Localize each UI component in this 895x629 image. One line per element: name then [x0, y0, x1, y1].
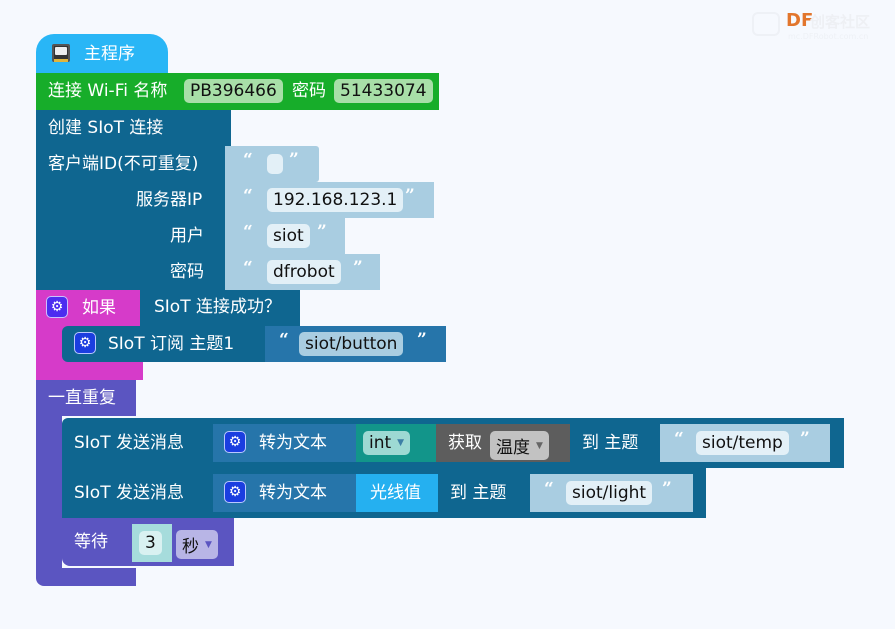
dropdown-arrow-icon: ▼ [397, 438, 405, 448]
topic-string-block-1[interactable]: “ siot/temp ” [660, 424, 830, 462]
to-topic-label-1: 到 主题 [582, 433, 639, 453]
wait-number-block[interactable]: 3 [132, 524, 172, 562]
siot-subscribe-block[interactable]: ⚙ SIoT 订阅 主题1 [62, 326, 267, 362]
quote-close-icon: ” [417, 330, 427, 350]
password-label: 密码 [170, 262, 204, 282]
quote-open-icon: “ [243, 258, 253, 278]
light-value-block[interactable]: 光线值 [356, 474, 438, 512]
get-sensor-block[interactable]: 获取 温度 ▼ [436, 424, 570, 462]
gear-icon[interactable]: ⚙ [46, 296, 68, 318]
main-program-label: 主程序 [84, 44, 135, 64]
quote-open-icon: “ [279, 330, 289, 350]
light-value-label: 光线值 [370, 483, 421, 503]
quote-open-icon: “ [243, 186, 253, 206]
user-field[interactable]: siot [267, 224, 310, 248]
client-id-field[interactable] [267, 154, 283, 174]
sensor-dropdown[interactable]: 温度 ▼ [490, 431, 549, 460]
dropdown-arrow-icon: ▼ [536, 440, 543, 451]
to-text-label: 转为文本 [259, 483, 327, 503]
to-text-block-1[interactable]: ⚙ 转为文本 [213, 424, 358, 462]
forever-label: 一直重复 [48, 388, 116, 408]
wait-label: 等待 [74, 532, 108, 552]
wifi-password-field[interactable]: 51433074 [334, 79, 433, 103]
int-type-block[interactable]: int ▼ [356, 424, 436, 462]
forever-block[interactable]: 一直重复 [36, 380, 136, 416]
quote-close-icon: ” [662, 479, 672, 499]
gear-icon[interactable]: ⚙ [74, 332, 96, 354]
server-ip-string-block[interactable]: “ 192.168.123.1 ” [225, 182, 434, 218]
robot-logo-icon [752, 12, 780, 36]
topic-field-2[interactable]: siot/light [566, 481, 653, 505]
server-ip-label: 服务器IP [136, 190, 203, 210]
user-string-block[interactable]: “ siot ” [225, 218, 345, 254]
forever-block-foot [36, 568, 136, 586]
get-label: 获取 [448, 433, 482, 453]
subscribe-topic-string-block[interactable]: “ siot/button ” [265, 326, 446, 362]
watermark-brand-cn: 创客社区 [810, 13, 871, 31]
watermark: DF 创客社区 mc.DFRobot.com.cn [748, 6, 888, 42]
quote-open-icon: “ [243, 150, 253, 170]
quote-open-icon: “ [544, 479, 554, 499]
dropdown-arrow-icon: ▼ [205, 539, 212, 550]
client-id-label: 客户端ID(不可重复) [48, 154, 199, 174]
subscribe-topic-field[interactable]: siot/button [299, 332, 404, 356]
if-label: 如果 [82, 298, 116, 318]
gear-icon[interactable]: ⚙ [224, 481, 246, 503]
wifi-connect-block[interactable]: 连接 Wi-Fi 名称 PB396466 密码 51433074 [36, 73, 439, 110]
siot-connected-condition[interactable]: SIoT 连接成功？ [140, 290, 300, 326]
topic-field-1[interactable]: siot/temp [696, 431, 789, 455]
quote-close-icon: ” [289, 150, 299, 170]
forever-block-arm [36, 416, 62, 570]
quote-open-icon: “ [674, 429, 684, 449]
send-message-label: SIoT 发送消息 [74, 433, 184, 453]
siot-connect-block[interactable]: 创建 SIoT 连接 客户端ID(不可重复) 服务器IP 用户 密码 [36, 110, 231, 290]
wait-number-field[interactable]: 3 [139, 531, 162, 555]
siot-connect-title: 创建 SIoT 连接 [48, 118, 164, 138]
wifi-ssid-field[interactable]: PB396466 [184, 79, 283, 103]
to-topic-label-2: 到 主题 [450, 483, 507, 503]
microbit-board-icon [52, 44, 70, 62]
wait-unit-dropdown[interactable]: 秒 ▼ [176, 530, 218, 559]
client-id-string-block[interactable]: “ ” [225, 146, 319, 182]
user-label: 用户 [170, 226, 204, 246]
quote-close-icon: ” [405, 186, 415, 206]
siot-subscribe-label: SIoT 订阅 主题1 [108, 334, 235, 354]
server-ip-field[interactable]: 192.168.123.1 [267, 188, 404, 212]
quote-close-icon: ” [800, 429, 810, 449]
to-text-block-2[interactable]: ⚙ 转为文本 [213, 474, 358, 512]
quote-close-icon: ” [317, 222, 327, 242]
watermark-url: mc.DFRobot.com.cn [788, 32, 869, 41]
int-type-value: int [369, 433, 392, 453]
gear-icon[interactable]: ⚙ [224, 431, 246, 453]
to-text-label: 转为文本 [259, 433, 327, 453]
password-string-block[interactable]: “ dfrobot ” [225, 254, 380, 290]
siot-connected-label: SIoT 连接成功？ [154, 297, 281, 317]
password-field[interactable]: dfrobot [267, 260, 341, 284]
quote-close-icon: ” [353, 258, 363, 278]
wifi-connect-label: 连接 Wi-Fi 名称 [48, 81, 168, 101]
main-program-block[interactable]: 主程序 [36, 34, 168, 74]
send-message-label: SIoT 发送消息 [74, 483, 184, 503]
wifi-password-label: 密码 [292, 81, 326, 101]
topic-string-block-2[interactable]: “ siot/light ” [530, 474, 693, 512]
wait-unit-value: 秒 [182, 537, 199, 557]
sensor-value: 温度 [496, 438, 530, 458]
quote-open-icon: “ [243, 222, 253, 242]
int-type-dropdown[interactable]: int ▼ [363, 431, 411, 455]
